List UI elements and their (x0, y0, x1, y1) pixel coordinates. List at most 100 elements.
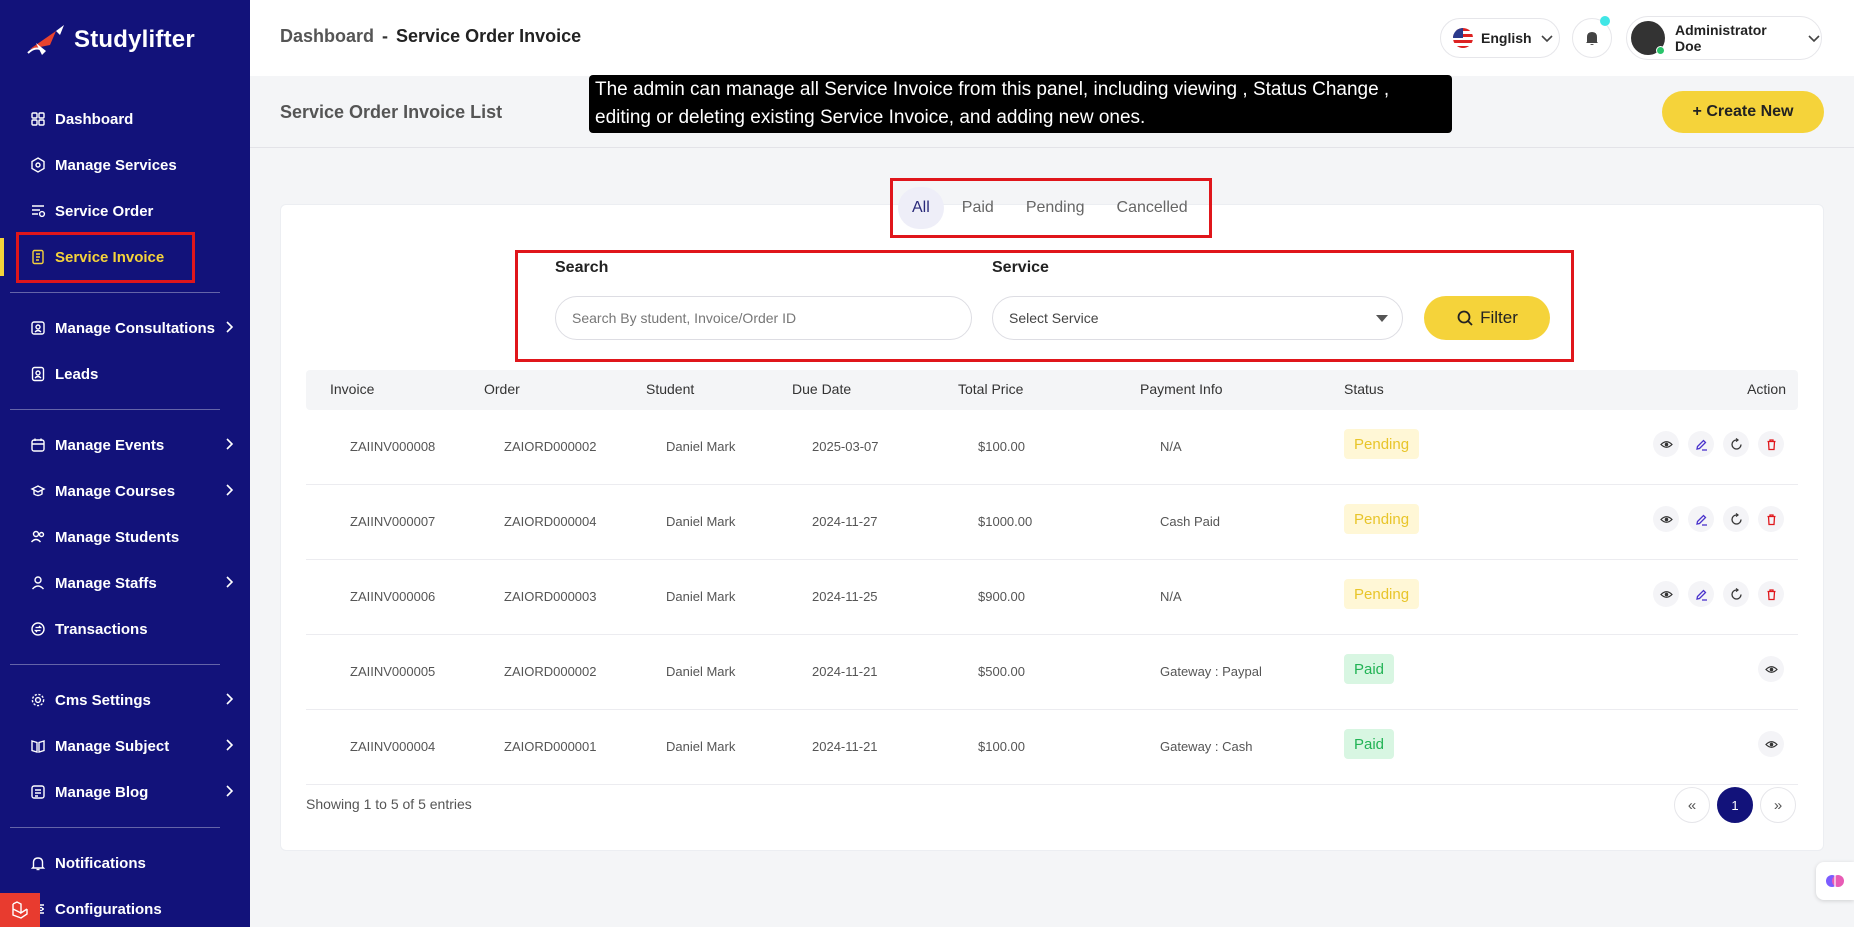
sidebar: Studylifter Dashboard Manage Services Serv… (0, 0, 250, 927)
sidebar-item-notifications[interactable]: Notifications (0, 840, 250, 886)
order-icon (30, 203, 46, 219)
brand[interactable]: Studylifter (26, 20, 195, 60)
delete-button[interactable] (1758, 581, 1784, 607)
cell-payment: Gateway : Cash (1160, 739, 1253, 754)
cell-student: Daniel Mark (666, 589, 736, 604)
sidebar-item-manage-staffs[interactable]: Manage Staffs (0, 560, 250, 606)
eye-icon (1659, 440, 1673, 448)
top-header: Dashboard - Service Order Invoice Englis… (250, 0, 1854, 76)
sidebar-item-manage-services[interactable]: Manage Services (0, 142, 250, 188)
create-new-button[interactable]: + Create New (1662, 91, 1824, 133)
sidebar-item-label: Service Invoice (55, 248, 165, 266)
column-header-status: Status (1344, 381, 1384, 397)
cell-student: Daniel Mark (666, 664, 736, 679)
tutorial-tooltip: The admin can manage all Service Invoice… (589, 75, 1452, 133)
cell-price: $100.00 (978, 739, 1025, 754)
tab-pending[interactable]: Pending (1012, 187, 1099, 229)
page-title: Service Order Invoice List (280, 102, 503, 122)
sidebar-item-label: Leads (55, 365, 99, 383)
column-header-action: Action (1747, 381, 1786, 397)
edit-button[interactable] (1688, 506, 1714, 532)
sidebar-divider (10, 292, 220, 293)
view-button[interactable] (1653, 506, 1679, 532)
sidebar-item-service-order[interactable]: Service Order (0, 188, 250, 234)
tab-all[interactable]: All (898, 187, 944, 229)
laravel-badge (0, 893, 40, 927)
sidebar-item-label: Notifications (55, 854, 146, 872)
cell-student: Daniel Mark (666, 739, 736, 754)
sidebar-item-label: Dashboard (55, 110, 134, 128)
sidebar-item-manage-courses[interactable]: Manage Courses (0, 468, 250, 514)
staff-icon (30, 575, 46, 591)
sidebar-item-label: Manage Subject (55, 737, 170, 755)
sidebar-item-leads[interactable]: Leads (0, 351, 250, 397)
status-change-button[interactable] (1723, 506, 1749, 532)
sidebar-item-manage-events[interactable]: Manage Events (0, 422, 250, 468)
search-icon (1457, 310, 1473, 326)
sidebar-item-transactions[interactable]: Transactions (0, 606, 250, 652)
cell-payment: Cash Paid (1160, 514, 1220, 529)
sidebar-item-manage-consultations[interactable]: Manage Consultations (0, 305, 250, 351)
sidebar-item-dashboard[interactable]: Dashboard (0, 96, 250, 142)
sidebar-item-manage-students[interactable]: Manage Students (0, 514, 250, 560)
view-button[interactable] (1758, 731, 1784, 757)
cell-invoice: ZAIINV000005 (350, 664, 436, 679)
column-header-payment-info: Payment Info (1140, 381, 1223, 397)
breadcrumb-root[interactable]: Dashboard (280, 26, 374, 47)
edit-button[interactable] (1688, 581, 1714, 607)
services-icon (30, 157, 46, 173)
tab-paid[interactable]: Paid (948, 187, 1008, 229)
chevron-right-icon (226, 576, 234, 588)
status-badge: Paid (1344, 654, 1395, 684)
status-change-button[interactable] (1723, 581, 1749, 607)
cell-order: ZAIORD000002 (504, 439, 597, 454)
service-select[interactable]: Select Service (992, 296, 1403, 340)
sidebar-item-label: Transactions (55, 620, 148, 638)
table-row: ZAIINV000008 ZAIORD000002 Daniel Mark 2025-… (306, 410, 1798, 485)
breadcrumb: Dashboard - Service Order Invoice (280, 26, 581, 47)
settings-icon (30, 692, 46, 708)
user-menu[interactable]: Administrator Doe (1626, 16, 1822, 60)
sidebar-item-manage-blog[interactable]: Manage Blog (0, 769, 250, 815)
status-badge: Pending (1344, 429, 1420, 459)
trash-icon (1767, 513, 1775, 525)
delete-button[interactable] (1758, 431, 1784, 457)
sidebar-nav: Dashboard Manage Services Service Order Ser… (0, 96, 250, 927)
search-input[interactable] (555, 296, 972, 340)
assistant-button[interactable] (1816, 862, 1854, 900)
pagination-page-1[interactable]: 1 (1717, 787, 1753, 823)
sidebar-item-cms-settings[interactable]: Cms Settings (0, 677, 250, 723)
cell-order: ZAIORD000003 (504, 589, 597, 604)
cell-invoice: ZAIINV000007 (350, 514, 436, 529)
pagination-prev[interactable]: « (1674, 787, 1710, 823)
filter-button[interactable]: Filter (1424, 296, 1550, 340)
view-button[interactable] (1758, 656, 1784, 682)
view-button[interactable] (1653, 581, 1679, 607)
refresh-icon (1730, 512, 1742, 525)
cell-due: 2024-11-27 (812, 514, 878, 529)
leads-icon (30, 366, 46, 382)
edit-icon (1695, 439, 1707, 451)
sidebar-item-service-invoice[interactable]: Service Invoice (0, 234, 250, 280)
sidebar-item-manage-subject[interactable]: Manage Subject (0, 723, 250, 769)
column-header-due-date: Due Date (792, 381, 852, 397)
delete-button[interactable] (1758, 506, 1784, 532)
column-header-order: Order (484, 381, 520, 397)
notification-dot (1600, 16, 1610, 26)
status-badge: Paid (1344, 729, 1395, 759)
pagination-next[interactable]: » (1760, 787, 1796, 823)
status-change-button[interactable] (1723, 431, 1749, 457)
status-badge: Pending (1344, 504, 1420, 534)
filter-button-label: Filter (1480, 308, 1518, 327)
cell-due: 2024-11-21 (812, 739, 878, 754)
status-badge: Pending (1344, 579, 1420, 609)
rocket-logo-icon (27, 25, 64, 55)
language-selector[interactable]: English (1440, 18, 1560, 58)
tab-cancelled[interactable]: Cancelled (1103, 187, 1202, 229)
chevron-right-icon (226, 739, 234, 751)
view-button[interactable] (1653, 431, 1679, 457)
subject-icon (30, 738, 46, 754)
bell-icon (1586, 32, 1598, 45)
sidebar-item-label: Manage Events (55, 436, 165, 454)
edit-button[interactable] (1688, 431, 1714, 457)
